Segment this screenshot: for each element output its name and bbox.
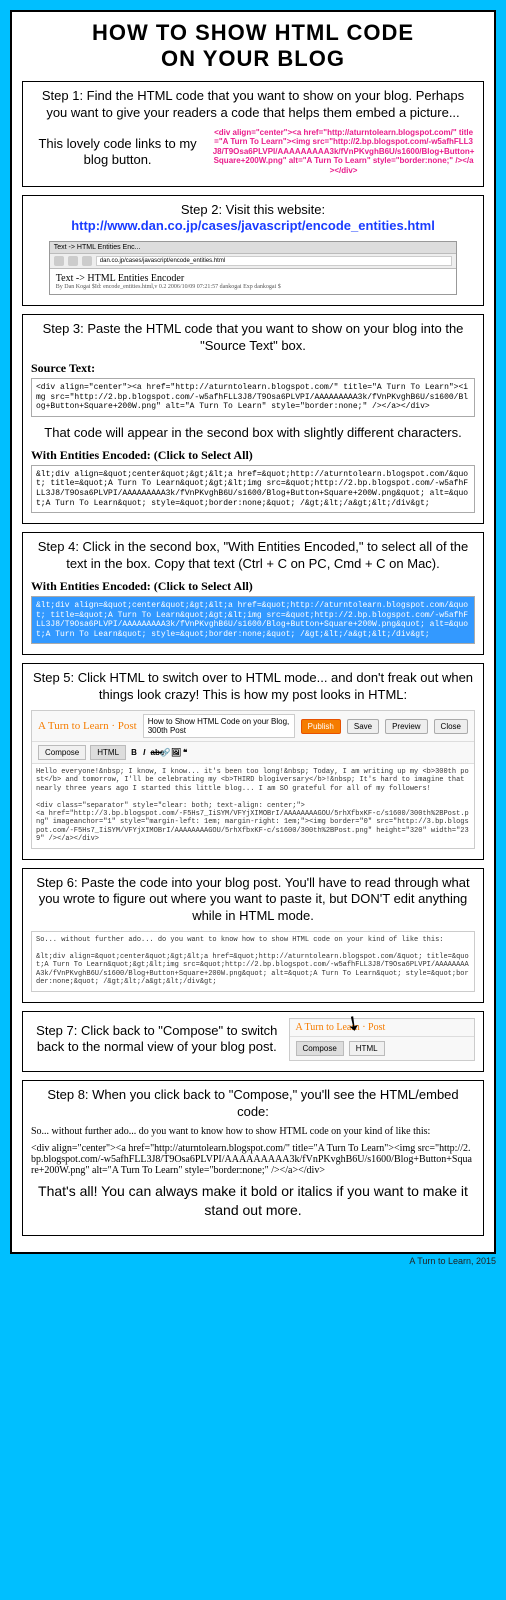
image-icon[interactable]: 🖼 — [171, 748, 179, 757]
step-2-text: Step 2: Visit this website: http://www.d… — [31, 202, 475, 236]
preview-button[interactable]: Preview — [385, 719, 427, 734]
encoder-page-title: Text -> HTML Entities Encoder — [56, 273, 450, 284]
quote-icon[interactable]: ❝ — [181, 748, 189, 757]
blogger-logo-small: A Turn to Learn · Post — [290, 1019, 474, 1037]
step-8-outro: That's all! You can always make it bold … — [31, 1182, 475, 1218]
page-title: HOW TO SHOW HTML CODE ON YOUR BLOG — [22, 20, 484, 73]
html-tab[interactable]: HTML — [90, 745, 126, 760]
step-7-text: Step 7: Click back to "Compose" to switc… — [31, 1023, 283, 1056]
compose-tab[interactable]: Compose — [38, 745, 86, 760]
source-text-label: Source Text: — [31, 361, 475, 376]
forward-icon — [68, 256, 78, 266]
encoder-url-link[interactable]: http://www.dan.co.jp/cases/javascript/en… — [71, 218, 435, 233]
step-8-text: Step 8: When you click back to "Compose,… — [31, 1087, 475, 1121]
blogger-logo: A Turn to Learn · Post — [38, 720, 137, 732]
encoded-label: With Entities Encoded: (Click to Select … — [31, 448, 475, 463]
source-text-box[interactable]: <div align="center"><a href="http://atur… — [31, 378, 475, 417]
step-2-box: Step 2: Visit this website: http://www.d… — [22, 195, 484, 307]
encoded-text-box[interactable]: &lt;div align=&quot;center&quot;&gt;&lt;… — [31, 465, 475, 513]
page-footer: A Turn to Learn, 2015 — [10, 1256, 496, 1266]
title-line-1: HOW TO SHOW HTML CODE — [92, 20, 414, 45]
html-tab-2[interactable]: HTML — [349, 1041, 385, 1056]
step-8-code: <div align="center"><a href="http://atur… — [31, 1143, 475, 1176]
browser-toolbar: dan.co.jp/cases/javascript/encode_entiti… — [50, 254, 456, 269]
browser-screenshot: Text -> HTML Entities Enc... dan.co.jp/c… — [49, 241, 457, 295]
step-1-code: <div align="center"><a href="http://atur… — [212, 128, 475, 176]
step-4-box: Step 4: Click in the second box, "With E… — [22, 532, 484, 655]
title-line-2: ON YOUR BLOG — [161, 46, 345, 71]
step-7-box: Step 7: Click back to "Compose" to switc… — [22, 1011, 484, 1072]
italic-icon[interactable]: I — [140, 748, 148, 757]
encoded-text-box-selected[interactable]: &lt;div align=&quot;center&quot;&gt;&lt;… — [31, 596, 475, 644]
step-3-box: Step 3: Paste the HTML code that you wan… — [22, 314, 484, 524]
step-8-intro: So... without further ado... do you want… — [31, 1126, 475, 1137]
blogger-compose-screenshot: ➘ A Turn to Learn · Post Compose HTML — [289, 1018, 475, 1061]
url-bar: dan.co.jp/cases/javascript/encode_entiti… — [96, 256, 452, 266]
step-5-box: Step 5: Click HTML to switch over to HTM… — [22, 663, 484, 859]
post-title-input[interactable]: How to Show HTML Code on your Blog, 300t… — [143, 714, 295, 738]
step-3-text: Step 3: Paste the HTML code that you wan… — [31, 321, 475, 355]
save-button[interactable]: Save — [347, 719, 379, 734]
publish-button[interactable]: Publish — [301, 719, 341, 734]
strike-icon[interactable]: abc — [151, 748, 159, 757]
back-icon — [54, 256, 64, 266]
browser-tab: Text -> HTML Entities Enc... — [50, 242, 456, 254]
html-editor-body[interactable]: Hello everyone!&nbsp; I know, I know... … — [32, 764, 474, 848]
step-1-box: Step 1: Find the HTML code that you want… — [22, 81, 484, 187]
format-icons: B I abc 🔗 🖼 ❝ — [130, 748, 189, 757]
step-4-text: Step 4: Click in the second box, "With E… — [31, 539, 475, 573]
step-8-box: Step 8: When you click back to "Compose,… — [22, 1080, 484, 1236]
step-3-mid-text: That code will appear in the second box … — [31, 425, 475, 442]
step-1-caption: This lovely code links to my blog button… — [31, 136, 204, 167]
step-1-text: Step 1: Find the HTML code that you want… — [31, 88, 475, 122]
step-6-text: Step 6: Paste the code into your blog po… — [31, 875, 475, 926]
close-button[interactable]: Close — [434, 719, 468, 734]
blogger-editor-screenshot: A Turn to Learn · Post How to Show HTML … — [31, 710, 475, 849]
reload-icon — [82, 256, 92, 266]
link-icon[interactable]: 🔗 — [161, 748, 169, 757]
compose-tab-active[interactable]: Compose — [296, 1041, 344, 1056]
encoded-label-2: With Entities Encoded: (Click to Select … — [31, 579, 475, 594]
step-6-box: Step 6: Paste the code into your blog po… — [22, 868, 484, 1003]
step-5-text: Step 5: Click HTML to switch over to HTM… — [31, 670, 475, 704]
encoder-page-sub: By Dan Kogai $Id: encode_entities.html,v… — [56, 284, 450, 290]
html-editor-body-pasted[interactable]: So... without further ado... do you want… — [31, 931, 475, 991]
tutorial-page: HOW TO SHOW HTML CODE ON YOUR BLOG Step … — [10, 10, 496, 1254]
bold-icon[interactable]: B — [130, 748, 138, 757]
